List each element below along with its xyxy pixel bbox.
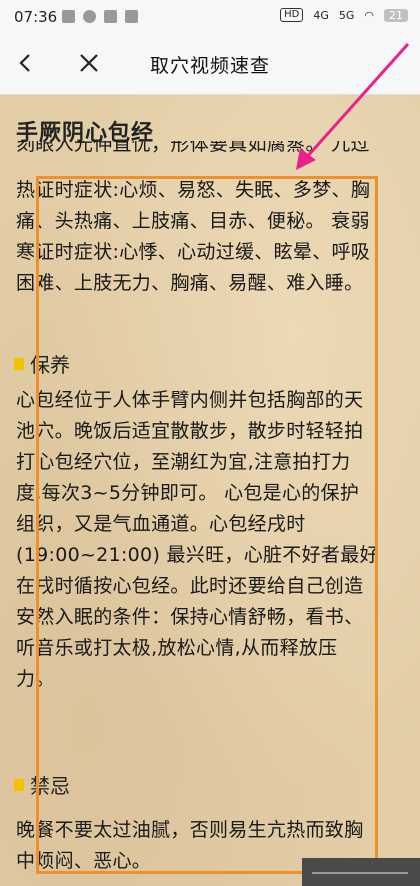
signal-5g-icon: 5G [338, 8, 355, 22]
partial-line-text: 刻眼入光伸直忧，形体要真如腐蒸。 九过 [16, 141, 370, 155]
nav-bar: 取穴视频速查 [0, 34, 420, 95]
text-line: 晚餐不要太过油腻，否则易生亢热而致胸 [16, 819, 364, 841]
text-line: 安然入眠的条件：保持心情舒畅，看书、 [16, 606, 364, 628]
text-line: 池穴。晚饭后适宜散散步，散步时轻轻拍 [16, 420, 364, 442]
section-marker [14, 357, 24, 370]
text-line: 打心包经穴位，至潮红为宜,注意拍打力 [16, 451, 351, 473]
battery-icon: 21 [384, 8, 408, 22]
text-line: 热证时症状:心烦、易怒、失眠、多梦、胸 [16, 179, 371, 201]
text-line: 痛、头热痛、上肢痛、目赤、便秘。 衰弱 [16, 210, 370, 232]
text-line: 在戌时循按心包经。此时还要给自己创造 [16, 575, 364, 597]
browser-icon [83, 10, 96, 23]
text-line: 寒证时症状:心悸、心动过缓、眩晕、呼吸 [16, 241, 371, 263]
text-line: 听音乐或打太极,放松心情,从而释放压 [16, 637, 338, 659]
symptoms-block: 热证时症状:心烦、易怒、失眠、多梦、胸 痛、头热痛、上肢痛、目赤、便秘。 衰弱 … [16, 175, 408, 299]
text-line: 度,每次3~5分钟即可。 心包是心的保护 [16, 482, 360, 504]
app-icon-2 [125, 10, 138, 23]
page-title: 取穴视频速查 [149, 55, 270, 77]
hd-badge: HD [280, 8, 304, 22]
signal-4g-icon: 4G [313, 8, 329, 22]
floating-widget[interactable] [302, 858, 420, 886]
care-block: 心包经位于人体手臂内侧并包括胸部的天 池穴。晚饭后适宜散散步，散步时轻轻拍 打心… [16, 385, 408, 695]
text-line: (19:00~21:00) 最兴旺，心脏不好者最好 [16, 544, 379, 566]
text-line: 困难、上肢无力、胸痛、易醒、难入睡。 [16, 272, 364, 294]
widget-line [312, 872, 408, 874]
section-title-text: 禁忌 [30, 774, 70, 798]
section-title-text: 保养 [30, 353, 70, 377]
section-title-taboo: 禁忌 [14, 770, 70, 799]
gallery-icon [62, 10, 75, 23]
notification-icons [62, 10, 138, 23]
app-icon [104, 10, 117, 23]
status-bar: 07:36 HD 4G 5G ◠ 21 [0, 0, 420, 34]
article-content[interactable]: 手厥阴心包经 刻眼入光伸直忧，形体要真如腐蒸。 九过 热证时症状:心烦、易怒、失… [0, 95, 420, 886]
partial-line: 刻眼入光伸直忧，形体要真如腐蒸。 九过 [16, 141, 408, 165]
text-line: 组织，又是气血通道。心包经戌时 [16, 513, 306, 535]
section-marker [14, 778, 24, 791]
status-right: HD 4G 5G ◠ 21 [280, 8, 408, 22]
text-line: 心包经位于人体手臂内侧并包括胸部的天 [16, 389, 364, 411]
status-time: 07:36 [14, 8, 58, 26]
wifi-icon: ◠ [364, 8, 374, 22]
text-line: 力。 [16, 668, 55, 690]
section-title-care: 保养 [14, 349, 70, 378]
